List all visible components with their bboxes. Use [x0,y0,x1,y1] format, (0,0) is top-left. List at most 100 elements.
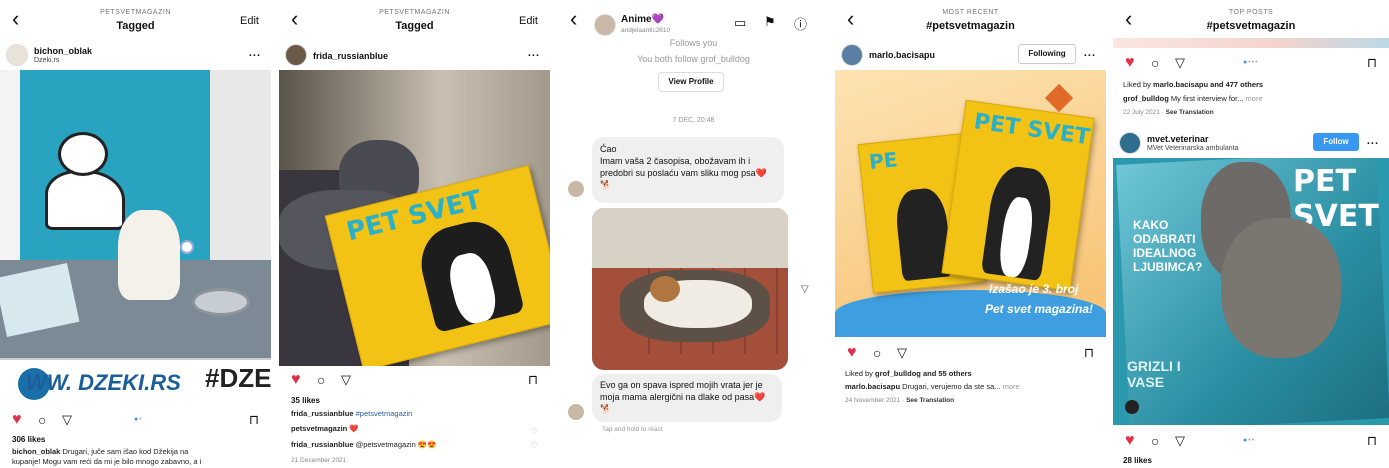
video-call-icon[interactable]: ▭ [734,15,746,31]
header-subtitle: PETSVETMAGAZIN [379,9,450,16]
likes-count[interactable]: 28 likes [1123,456,1152,465]
hashtag-title: #petsvetmagazin [1206,20,1296,32]
message-photo[interactable] [592,208,788,370]
edit-button[interactable]: Edit [519,15,538,27]
liked-by-others[interactable]: and 477 others [1210,80,1263,89]
share-icon[interactable]: ▽ [341,372,351,388]
post-header: frida_russianblue ... [279,40,550,70]
username[interactable]: mvet.veterinar [1147,134,1209,144]
comment-like-heart-icon[interactable]: ♡ [531,441,538,450]
caption-line2: kupanje! Mogu vam reći da mi je bilo mno… [12,457,202,466]
share-icon[interactable]: ▽ [897,345,907,361]
chat-header: ‹ Anime💜 andjelaantic2610 ▭ ⚑ ⓘ [558,0,829,40]
comment-username[interactable]: frida_russianblue [291,409,354,418]
post-header: bichon_oblak Dzeki.rs ... [0,40,271,70]
comment-icon[interactable]: ○ [1151,55,1159,71]
avatar[interactable] [6,44,28,66]
comment-username[interactable]: petsvetmagazin [291,424,347,433]
avatar[interactable] [285,44,307,66]
like-heart-icon[interactable]: ♥ [291,372,301,388]
header-subtitle: TOP POSTS [1228,9,1274,16]
like-heart-icon[interactable]: ♥ [12,412,22,428]
panel-tagged-frida: ‹ PETSVETMAGAZIN Tagged Edit frida_russi… [279,0,550,468]
username[interactable]: bichon_oblak [34,46,92,56]
share-icon[interactable]: ▽ [62,412,72,428]
liked-by-user[interactable]: grof_bulldog [875,369,921,378]
liked-by-user[interactable]: marlo.bacisapu [1153,80,1208,89]
location[interactable]: Dzeki.rs [34,57,59,64]
post-date: 24 November 2021 [845,397,901,404]
like-heart-icon[interactable]: ♥ [1125,433,1135,449]
bookmark-icon[interactable]: ⊓ [1367,433,1377,449]
comment-icon[interactable]: ○ [1151,433,1159,449]
header: ‹ MOST RECENT #petsvetmagazin [835,0,1106,40]
see-translation-link[interactable]: See Translation [906,397,954,404]
caption-username[interactable]: bichon_oblak [12,447,60,456]
previous-post-photo-edge[interactable] [1113,38,1389,48]
info-icon[interactable]: ⓘ [794,14,807,33]
liked-by-others[interactable]: and 55 others [923,369,972,378]
username[interactable]: marlo.bacisapu [869,50,935,60]
following-button[interactable]: Following [1018,44,1076,64]
post-photo[interactable]: PET SVET KAKO ODABRATI IDEALNOG LJUBIMCA… [1113,158,1389,425]
comment-icon[interactable]: ○ [873,345,881,361]
bookmark-icon[interactable]: ⊓ [249,412,259,428]
message-bubble[interactable]: Ćao Imam vaša 2 časopisa, obožavam ih i … [592,137,784,203]
avatar[interactable] [841,44,863,66]
message-bubble[interactable]: Evo ga on spava ispred mojih vrata jer j… [592,374,782,422]
caption-username[interactable]: marlo.bacisapu [845,382,900,391]
view-profile-button[interactable]: View Profile [658,72,724,92]
flag-icon[interactable]: ⚑ [764,14,776,30]
follow-button[interactable]: Follow [1313,133,1359,151]
tag-icon[interactable] [1125,400,1139,414]
header: ‹ TOP POSTS #petsvetmagazin [1113,0,1389,40]
bookmark-icon[interactable]: ⊓ [1367,55,1377,71]
more-options-icon[interactable]: ... [249,47,261,59]
header-subtitle: PETSVETMAGAZIN [100,9,171,16]
action-bar: ♥ ○ ▽ ●••• ⊓ [1121,55,1381,73]
react-hint: Tap and hold to react [602,426,663,433]
comment-icon[interactable]: ○ [317,372,325,388]
comment-like-heart-icon[interactable]: ♡ [531,427,538,436]
back-chevron-icon[interactable]: ‹ [570,8,577,30]
avatar[interactable] [1119,132,1141,154]
post-photo[interactable]: PET SVET [279,70,550,366]
forward-share-icon[interactable]: ▽ [801,284,809,295]
chat-handle[interactable]: andjelaantic2610 [621,27,670,34]
action-bar: ♥ ○ ▽ ●• ⊓ [8,412,263,430]
bookmark-icon[interactable]: ⊓ [1084,345,1094,361]
caption: grof_bulldog My first interview for... m… [1123,94,1263,104]
post-date-row: 24 November 2021 · See Translation [845,397,955,404]
promo-line-1: Izašao je 3. broj [989,282,1079,296]
follows-you-text: Follows you [669,38,718,48]
wall-side [210,70,271,260]
share-icon[interactable]: ▽ [1175,55,1185,71]
more-options-icon[interactable]: ... [1367,135,1379,147]
likes-count[interactable]: 306 likes [12,435,45,444]
more-link[interactable]: more [1003,382,1020,391]
likes-count[interactable]: 35 likes [291,396,320,405]
comment-text[interactable]: #petsvetmagazin [356,409,413,418]
username[interactable]: frida_russianblue [313,51,388,61]
cover-headline-2: GRIZLI I VASE [1127,358,1181,390]
caption-username[interactable]: grof_bulldog [1123,94,1169,103]
post-photo[interactable]: PE PET SVET Izašao je 3. broj Pet svet m… [835,70,1106,337]
share-icon[interactable]: ▽ [1175,433,1185,449]
bookmark-icon[interactable]: ⊓ [528,372,538,388]
more-options-icon[interactable]: ... [528,47,540,59]
like-heart-icon[interactable]: ♥ [847,345,857,361]
more-options-icon[interactable]: ... [1084,47,1096,59]
see-translation-link[interactable]: See Translation [1166,109,1214,116]
more-link[interactable]: more [1246,94,1263,103]
hashtag-title: #petsvetmagazin [926,20,1015,32]
chat-avatar[interactable] [594,14,616,36]
comment-icon[interactable]: ○ [38,412,46,428]
chat-name[interactable]: Anime💜 [621,14,664,25]
like-heart-icon[interactable]: ♥ [1125,55,1135,71]
comment-username[interactable]: frida_russianblue [291,440,354,449]
wall [592,208,788,268]
post-header: marlo.bacisapu Following ... [835,40,1106,70]
post-photo[interactable]: WW. DZEKI.RS #DZE [0,70,271,403]
edit-button[interactable]: Edit [240,15,259,27]
comment-text: ❤️ [349,424,359,433]
